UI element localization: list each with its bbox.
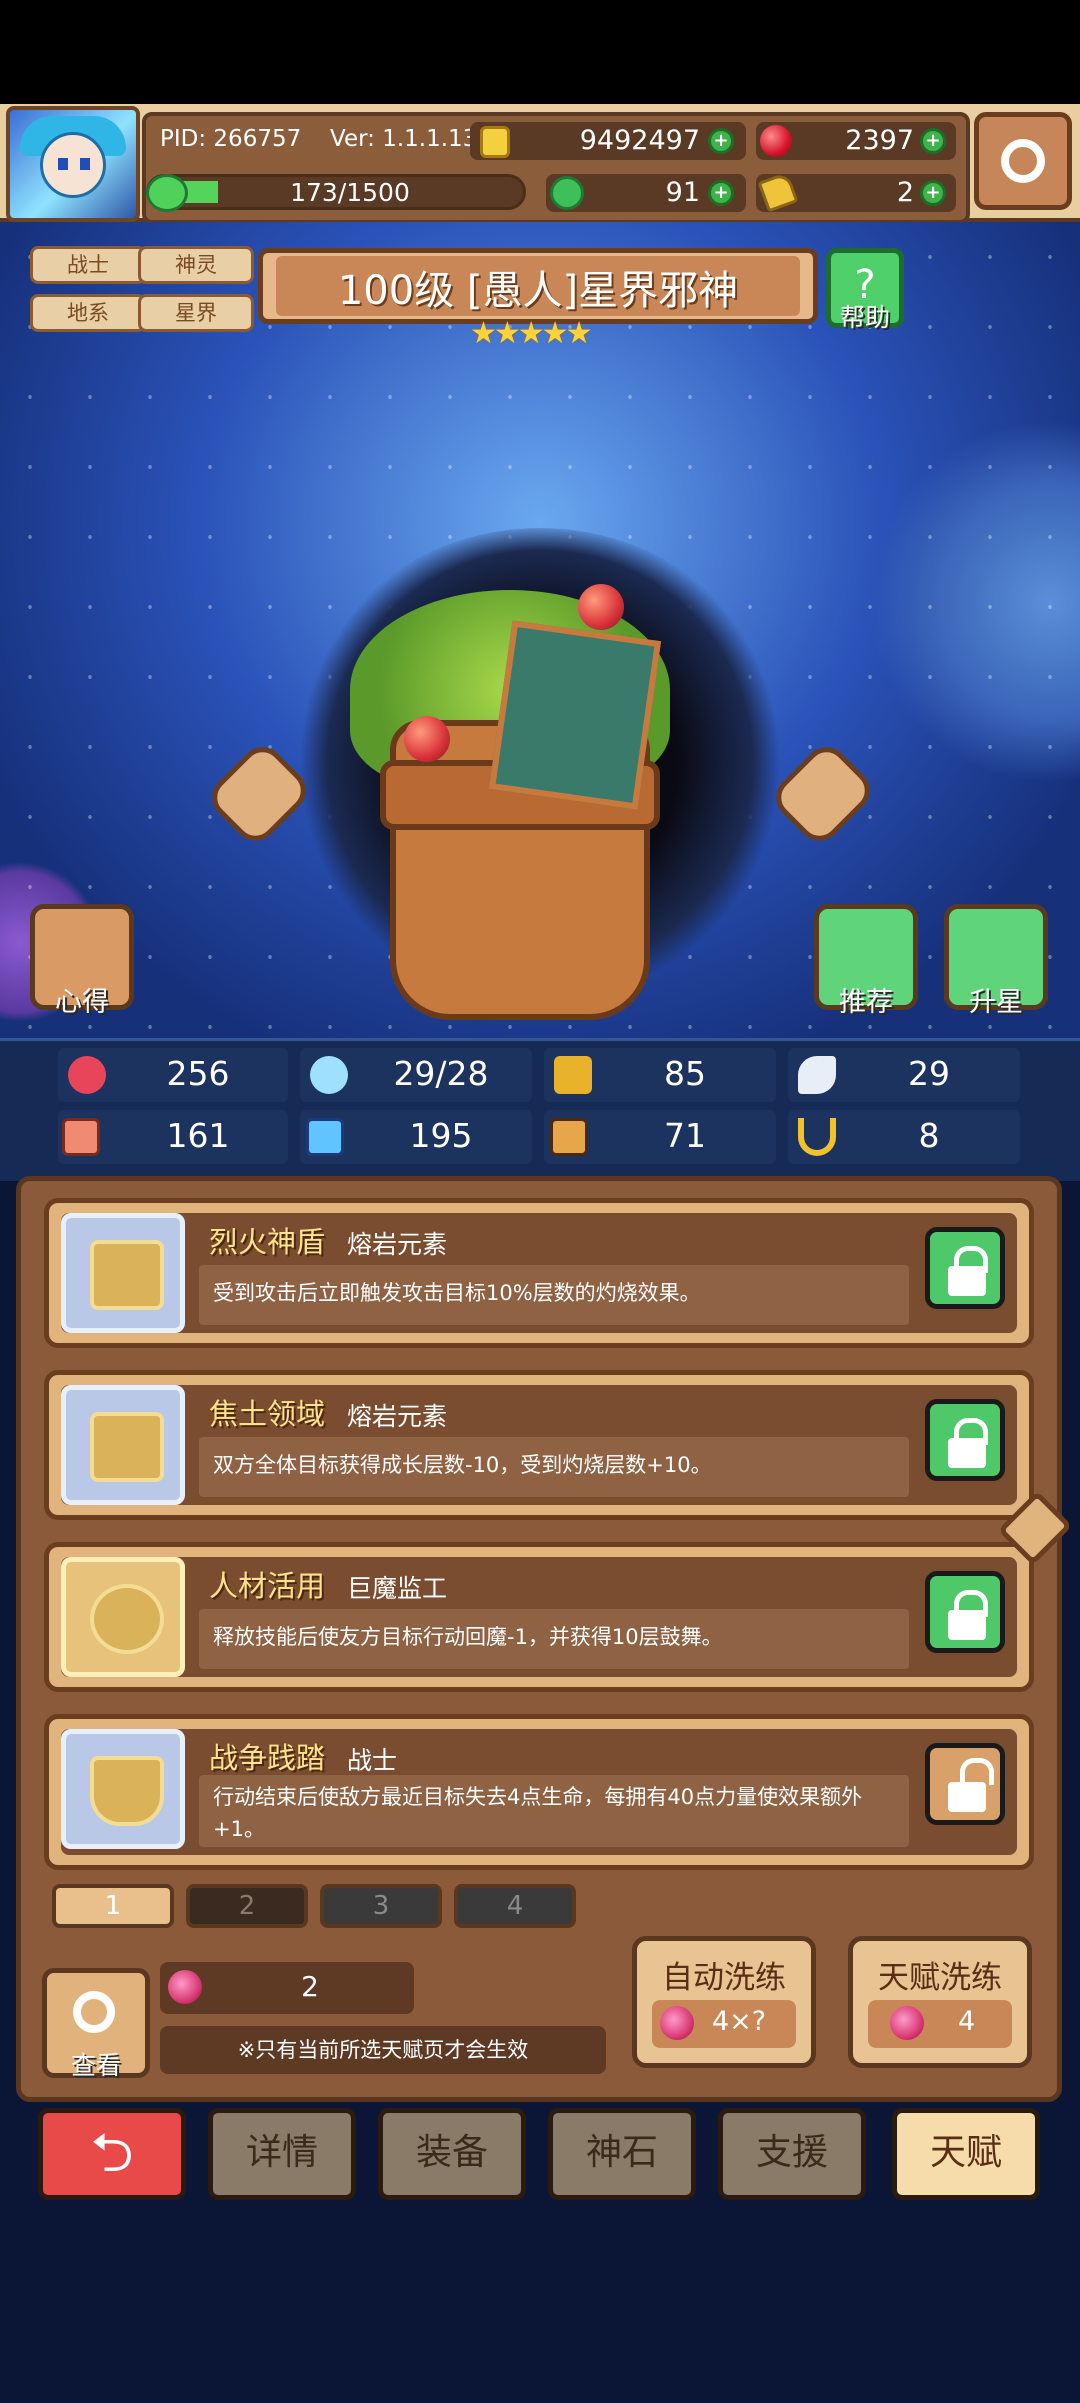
clover-value: 91 [665,177,700,208]
tag-warrior: 战士 [30,246,146,284]
gold-value: 9492497 [579,125,700,156]
add-gem-button[interactable]: + [920,128,946,154]
talent-page-tab-1[interactable]: 1 [52,1884,174,1928]
nav-support[interactable]: 支援 [718,2108,866,2200]
hammer-value: 2 [896,177,914,208]
hero-title: 100级 [愚人]星界邪神 [337,268,739,314]
talent-name: 焦土领域 [209,1397,326,1431]
shield-icon [554,1056,592,1094]
lava-element-icon [61,1213,185,1333]
talent-element: 战士 [347,1746,398,1775]
peach-count: 2 [301,1970,319,2003]
talent-description: 行动结束后使敌方最近目标失去4点生命，每拥有40点力量使效果额外+1。 [213,1785,863,1841]
talent-name: 战争践踏 [209,1741,326,1775]
talent-name: 烈火神盾 [209,1225,326,1259]
talent-description: 双方全体目标获得成长层数-10，受到灼烧层数+10。 [213,1453,712,1477]
peach-icon [890,2006,924,2040]
talent-page-tab-4[interactable]: 4 [454,1884,576,1928]
add-hammer-button[interactable]: + [920,180,946,206]
lookup-label: 查看 [70,2051,121,2080]
hero-stars: ★★★★★ [470,316,592,351]
heart-icon [68,1056,106,1094]
talent-name: 人材活用 [209,1569,326,1603]
recommend-label: 推荐 [839,987,893,1018]
talent-wash-cost: 4 [958,2006,976,2037]
talent-page-tab-2[interactable]: 2 [186,1884,308,1928]
talent-element: 熔岩元素 [347,1230,448,1259]
talent-page-tab-3[interactable]: 3 [320,1884,442,1928]
talent-wash-label: 天赋洗练 [878,1960,1002,1996]
gem-icon [760,125,792,157]
lock-icon[interactable] [925,1571,1005,1653]
nav-talent[interactable]: 天赋 [892,2108,1040,2200]
tag-astral: 星界 [138,294,254,332]
nav-details[interactable]: 详情 [208,2108,356,2200]
peach-icon [168,1970,202,2004]
back-arrow-icon: ⮌ [90,2121,134,2184]
red-orb [404,716,450,762]
boss-portrait [488,620,662,810]
gear-icon [1001,139,1045,183]
boot-icon [550,1118,588,1156]
shield-emblem-icon [61,1729,185,1849]
magnifier-icon [73,1991,115,2033]
stat-agility: 71 [664,1116,706,1155]
help-label: 帮助 [839,303,890,332]
star-icon [61,1557,185,1677]
wing-icon [798,1056,836,1094]
insight-label: 心得 [55,987,109,1018]
stat-luck: 8 [918,1116,940,1155]
player-avatar[interactable] [6,106,140,222]
horseshoe-icon [798,1118,836,1156]
unlock-icon[interactable] [925,1743,1005,1825]
talent-description: 受到攻击后立即触发攻击目标10%层数的灼烧效果。 [213,1281,701,1305]
peach-icon [660,2006,694,2040]
tag-deity: 神灵 [138,246,254,284]
stat-speed: 29 [908,1054,950,1093]
nav-godstone[interactable]: 神石 [548,2108,696,2200]
nav-equipment[interactable]: 装备 [378,2108,526,2200]
settings-button[interactable] [974,112,1072,210]
fist-icon [62,1118,100,1156]
talent-page-note: ※只有当前所选天赋页才会生效 [160,2026,606,2074]
stat-strength: 161 [166,1116,230,1155]
add-gold-button[interactable]: + [708,128,734,154]
talent-card[interactable]: 烈火神盾 熔岩元素 受到攻击后立即触发攻击目标10%层数的灼烧效果。 [44,1198,1034,1348]
talent-element: 巨魔监工 [347,1574,448,1603]
red-orb [578,584,624,630]
talent-card[interactable]: 焦土领域 熔岩元素 双方全体目标获得成长层数-10，受到灼烧层数+10。 [44,1370,1034,1520]
lava-element-icon [61,1385,185,1505]
coin-icon [480,126,510,158]
talent-card[interactable]: 战争践踏 战士 行动结束后使敌方最近目标失去4点生命，每拥有40点力量使效果额外… [44,1714,1034,1870]
tag-earth: 地系 [30,294,146,332]
auto-wash-label: 自动洗练 [662,1960,786,1996]
add-clover-button[interactable]: + [708,180,734,206]
version-label: Ver: 1.1.1.13 [330,126,478,152]
auto-wash-cost: 4×? [712,2006,767,2037]
drop-icon [310,1056,348,1094]
gem-value: 2397 [845,125,914,156]
energy-icon [146,174,188,212]
talent-card[interactable]: 人材活用 巨魔监工 释放技能后使友方目标行动回魔-1，并获得10层鼓舞。 [44,1542,1034,1692]
book-icon [306,1118,344,1156]
talent-element: 熔岩元素 [347,1402,448,1431]
stat-intellect: 195 [409,1116,473,1155]
player-id: PID: 266757 [160,126,302,152]
stat-hp: 256 [166,1054,230,1093]
energy-value: 173/1500 [290,178,410,207]
lock-icon[interactable] [925,1399,1005,1481]
upgrade-star-label: 升星 [969,987,1023,1018]
talent-description: 释放技能后使友方目标行动回魔-1，并获得10层鼓舞。 [213,1625,723,1649]
lock-icon[interactable] [925,1227,1005,1309]
clover-icon [550,176,584,210]
back-button[interactable]: ⮌ [38,2108,186,2200]
status-bar [0,0,1080,104]
stat-mana: 29/28 [393,1054,489,1093]
stat-defense: 85 [664,1054,706,1093]
